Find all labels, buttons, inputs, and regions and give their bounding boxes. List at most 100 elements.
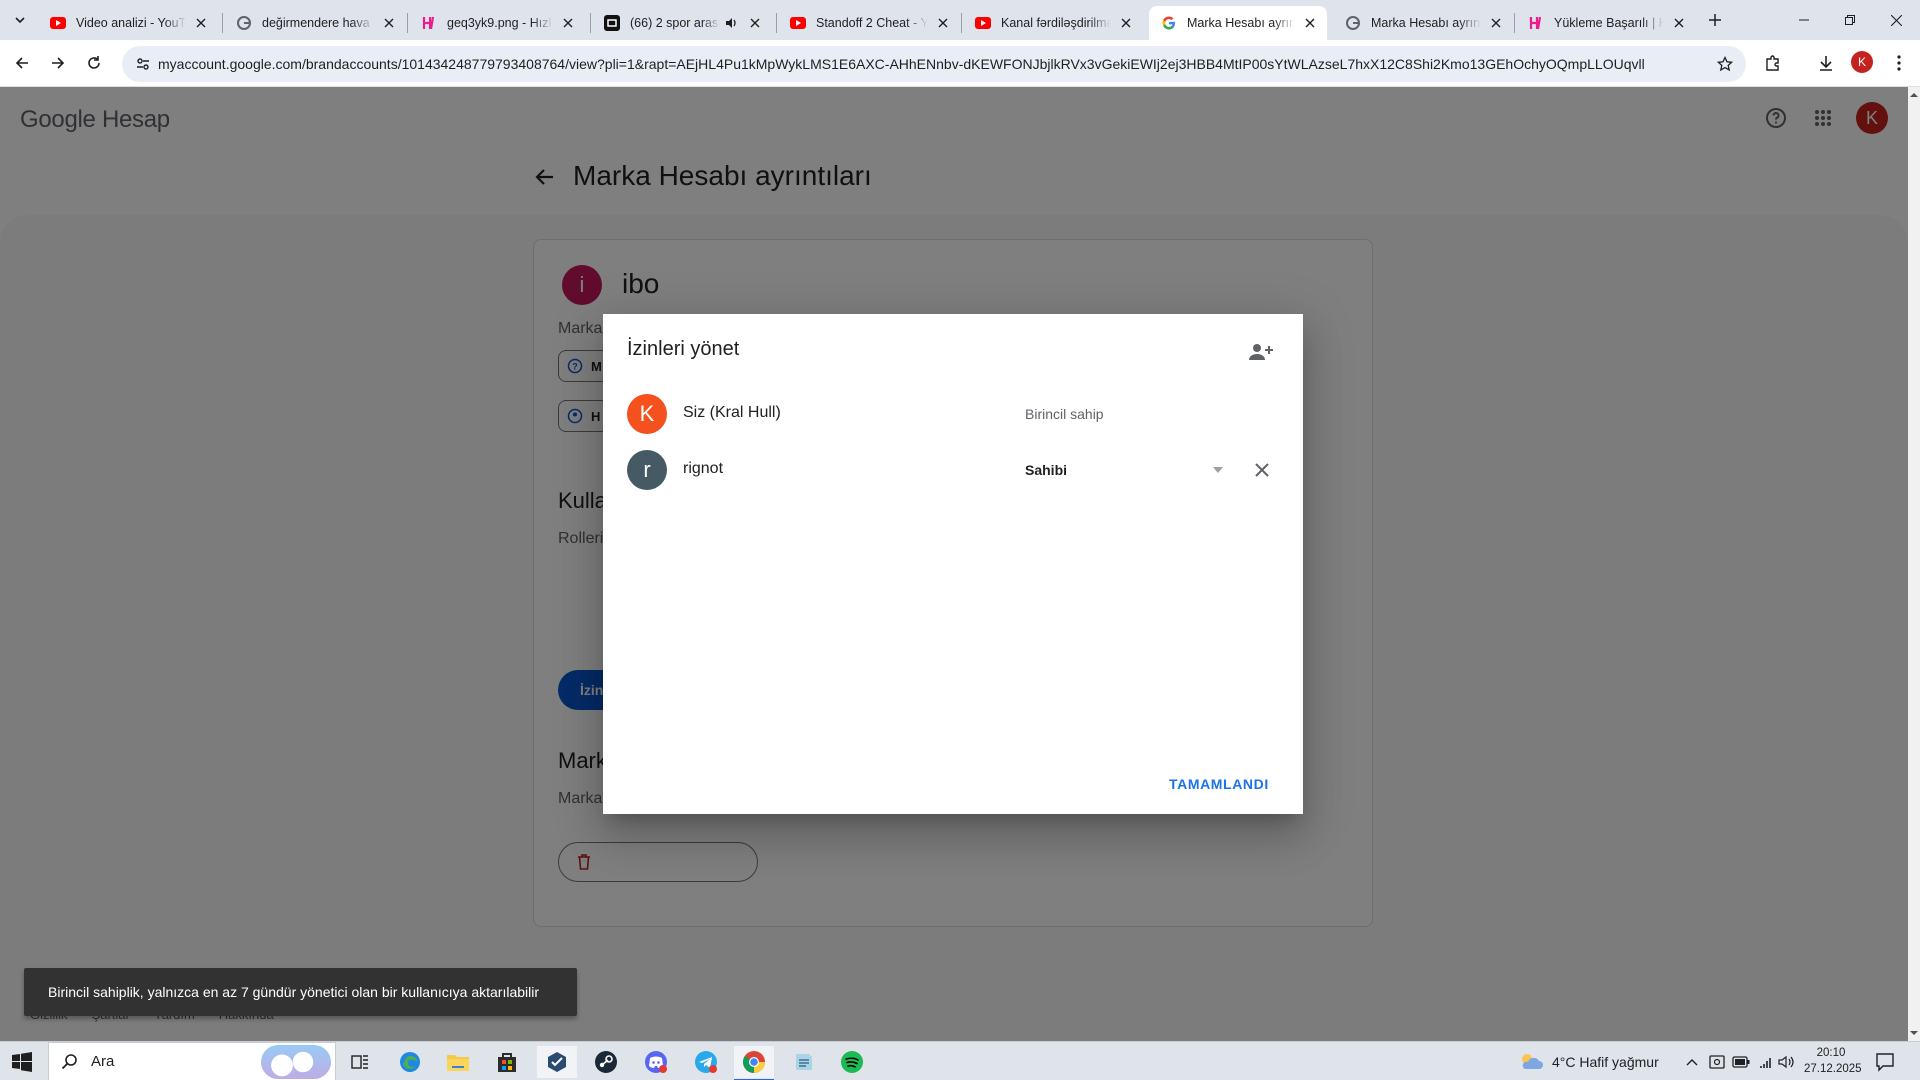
close-tab-icon[interactable] [380, 14, 398, 32]
speaker-icon[interactable] [724, 15, 740, 31]
edge-icon[interactable] [390, 1046, 430, 1078]
tab-title: (66) 2 spor arası [630, 16, 720, 30]
tab-standoff[interactable]: Standoff 2 Cheat - YouTube [778, 6, 960, 40]
remove-user-button[interactable] [1249, 457, 1275, 483]
site-info-icon[interactable] [132, 53, 154, 75]
tab-title: Video analizi - YouTube [76, 16, 186, 30]
dialog-title: İzinleri yönet [627, 338, 740, 360]
volume-icon[interactable] [1778, 1042, 1794, 1080]
search-highlight-image[interactable] [261, 1045, 331, 1079]
reload-button[interactable] [80, 49, 108, 77]
scroll-up-icon[interactable] [1910, 91, 1918, 99]
tab-hava-durumu[interactable]: değirmendere hava durumu [224, 6, 406, 40]
page-scrollbar[interactable] [1908, 87, 1920, 1041]
plus-icon [1709, 14, 1721, 26]
hizli-resim-icon [421, 15, 437, 31]
tab-search-button[interactable] [8, 8, 32, 32]
tab-title: geq3yk9.png - Hızlı Resim [447, 16, 553, 30]
battery-icon[interactable] [1732, 1042, 1750, 1080]
role-select-value: Sahibi [1025, 462, 1068, 478]
person-add-icon [1249, 344, 1273, 360]
taskbar-search[interactable]: Ara [48, 1042, 336, 1080]
close-tab-icon[interactable] [559, 14, 577, 32]
clock-time: 20:10 [1816, 1047, 1846, 1059]
microsoft-store-icon[interactable] [487, 1046, 527, 1078]
forward-button[interactable] [44, 49, 72, 77]
tab-marka-hesabi-2[interactable]: Marka Hesabı ayrıntıları [1333, 6, 1513, 40]
steam-icon[interactable] [586, 1046, 626, 1078]
close-tab-icon[interactable] [1301, 14, 1319, 32]
hizli-resim-icon [1528, 15, 1544, 31]
dropdown-caret-icon [1213, 467, 1223, 473]
tab-video-analizi[interactable]: Video analizi - YouTube [38, 6, 218, 40]
spotify-icon[interactable] [832, 1046, 872, 1078]
close-tab-icon[interactable] [192, 14, 210, 32]
puzzle-icon [1766, 55, 1779, 71]
scroll-down-icon[interactable] [1910, 1029, 1918, 1037]
restore-button[interactable] [1827, 0, 1873, 40]
user-avatar: r [627, 450, 667, 490]
tab-marka-hesabi-active[interactable]: Marka Hesabı ayrıntıları [1149, 6, 1327, 40]
google-icon [236, 15, 252, 31]
notification-center-icon[interactable] [1875, 1052, 1895, 1072]
tab-spor-arasi[interactable]: (66) 2 spor arası [592, 6, 772, 40]
search-placeholder: Ara [91, 1053, 115, 1070]
kebab-menu-icon [1897, 55, 1901, 71]
tab-yukleme-basarili[interactable]: Yükleme Başarılı | Hızlı Resim [1516, 6, 1696, 40]
close-tab-icon[interactable] [746, 14, 764, 32]
user-row-rignot: r rignot Sahibi [627, 450, 1279, 490]
user-row-owner: K Siz (Kral Hull) Birincil sahip [627, 394, 1279, 434]
chevron-down-icon [15, 17, 25, 24]
task-view-icon[interactable] [340, 1046, 380, 1078]
role-select[interactable]: Sahibi [1025, 450, 1233, 490]
user-name: rignot [683, 460, 724, 477]
close-icon [1255, 463, 1269, 477]
browser-toolbar: myaccount.google.com/brandaccounts/10143… [0, 40, 1920, 87]
snackbar: Birincil sahiplik, yalnızca en az 7 günd… [24, 968, 577, 1016]
downloads-button[interactable] [1812, 49, 1840, 77]
add-user-button[interactable] [1247, 338, 1275, 366]
telegram-icon[interactable] [686, 1046, 726, 1078]
minimize-button[interactable] [1781, 0, 1827, 40]
address-bar[interactable]: myaccount.google.com/brandaccounts/10143… [122, 46, 1746, 82]
manage-permissions-dialog: İzinleri yönet K Siz (Kral Hull) Birinci… [603, 314, 1303, 814]
profile-avatar[interactable]: K [1851, 51, 1873, 73]
done-button[interactable]: TAMAMLANDI [1161, 766, 1277, 802]
tray-chevron-icon[interactable] [1686, 1042, 1698, 1080]
tab-title: Yükleme Başarılı | Hızlı Resim [1554, 16, 1664, 30]
bookmark-star-icon[interactable] [1714, 53, 1736, 75]
url-text: myaccount.google.com/brandaccounts/10143… [158, 56, 1645, 72]
google-icon [1345, 15, 1361, 31]
file-explorer-icon[interactable] [438, 1046, 478, 1078]
back-button[interactable] [8, 49, 36, 77]
user-name: Siz (Kral Hull) [683, 404, 781, 421]
youtube-icon [50, 15, 66, 31]
close-tab-icon[interactable] [1487, 14, 1505, 32]
meet-now-icon[interactable] [1709, 1042, 1725, 1080]
tab-geq3yk9[interactable]: geq3yk9.png - Hızlı Resim [409, 6, 585, 40]
close-tab-icon[interactable] [934, 14, 952, 32]
discord-icon[interactable] [636, 1046, 676, 1078]
notepad-icon[interactable] [784, 1046, 824, 1078]
google-icon [1161, 15, 1177, 31]
wifi-icon[interactable] [1756, 1042, 1772, 1080]
chrome-icon[interactable] [734, 1046, 774, 1080]
user-role: Birincil sahip [1025, 406, 1104, 422]
new-tab-button[interactable] [1703, 8, 1727, 32]
extensions-button[interactable] [1759, 49, 1787, 77]
close-tab-icon[interactable] [1117, 14, 1135, 32]
taskbar-clock[interactable]: 20:10 27.12.2025 [1804, 1045, 1862, 1077]
weather-rain-icon [1522, 1053, 1543, 1069]
windows-start-icon[interactable] [12, 1052, 32, 1072]
user-avatar: K [627, 394, 667, 434]
weather-widget[interactable]: 4°C Hafif yağmur [1518, 1042, 1659, 1080]
close-window-button[interactable] [1873, 0, 1919, 40]
tab-title: Standoff 2 Cheat - YouTube [816, 16, 928, 30]
download-icon [1820, 56, 1832, 71]
tab-kanal[interactable]: Kanal fərdiləşdirilməsi [963, 6, 1143, 40]
close-tab-icon[interactable] [1670, 14, 1688, 32]
tab-title: Marka Hesabı ayrıntıları [1371, 16, 1481, 30]
chrome-menu-button[interactable] [1885, 49, 1913, 77]
tab-title: Marka Hesabı ayrıntıları [1187, 16, 1295, 30]
vpn-app-icon[interactable] [537, 1046, 577, 1078]
